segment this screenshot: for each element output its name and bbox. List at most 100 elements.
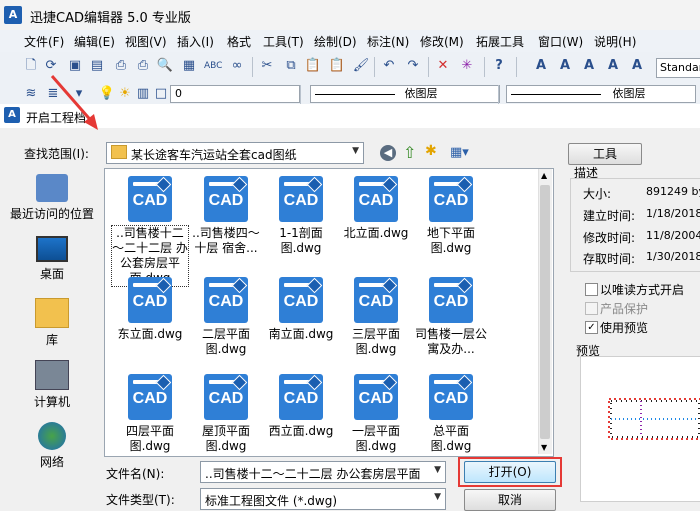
layer-manager-icon[interactable]: ≋: [22, 85, 40, 103]
menu-tools[interactable]: 工具(T): [263, 33, 304, 50]
help-icon[interactable]: ?: [490, 57, 508, 75]
delete-icon[interactable]: ✕: [434, 57, 452, 75]
readonly-checkbox[interactable]: [585, 283, 598, 296]
use-preview-checkbox[interactable]: ✓: [585, 321, 598, 334]
protect-checkbox[interactable]: [585, 302, 598, 315]
filetype-value: 标准工程图文件 (*.dwg): [205, 494, 338, 508]
match-properties-icon[interactable]: 🖌: [352, 57, 370, 75]
lineweight-select[interactable]: 依图层: [506, 85, 696, 103]
open-file-icon[interactable]: ⟳: [42, 57, 60, 75]
paste-special-icon[interactable]: 📋: [328, 57, 346, 75]
save-as-icon[interactable]: ▤: [88, 57, 106, 75]
color-swatch-icon[interactable]: □: [152, 85, 170, 103]
linetype-select[interactable]: 依图层: [310, 85, 500, 103]
menu-edit[interactable]: 编辑(E): [74, 33, 115, 50]
place-label: 计算机: [33, 395, 70, 409]
file-list-scrollbar[interactable]: ▲ ▼: [538, 169, 552, 454]
spellcheck-icon[interactable]: ABC: [204, 57, 222, 75]
filetype-select[interactable]: 标准工程图文件 (*.dwg) ▼: [200, 488, 446, 510]
menu-extend-tools[interactable]: 拓展工具: [476, 33, 524, 50]
file-item[interactable]: CAD 1-1剖面图.dwg: [263, 176, 339, 256]
cad-file-icon: CAD: [279, 277, 323, 323]
text-style-select[interactable]: Standar: [656, 58, 700, 78]
scroll-down-icon[interactable]: ▼: [541, 443, 547, 452]
text-icon[interactable]: A: [532, 57, 550, 75]
print-preview-icon[interactable]: ⎙: [134, 57, 152, 75]
chevron-down-icon: ▼: [352, 146, 359, 156]
file-item[interactable]: CAD 东立面.dwg: [112, 277, 188, 342]
file-item[interactable]: CAD 一层平面图.dwg: [338, 374, 414, 454]
cancel-button[interactable]: 取消: [464, 489, 556, 511]
save-icon[interactable]: ▣: [66, 57, 84, 75]
text-style-icon[interactable]: A: [580, 57, 598, 75]
up-folder-icon[interactable]: ⇧: [403, 143, 416, 162]
place-network[interactable]: 网络: [6, 422, 98, 470]
cad-file-icon: CAD: [128, 277, 172, 323]
menu-file[interactable]: 文件(F): [24, 33, 64, 50]
place-label: 桌面: [39, 267, 64, 281]
file-name: 屋顶平面图.dwg: [201, 424, 250, 453]
place-recent[interactable]: 最近访问的位置: [6, 174, 98, 222]
layer-select[interactable]: 0: [170, 85, 300, 103]
new-file-icon[interactable]: 🗋: [22, 57, 40, 75]
menu-help[interactable]: 说明(H): [594, 33, 636, 50]
file-item[interactable]: CAD 西立面.dwg: [263, 374, 339, 439]
redo-icon[interactable]: ↷: [404, 57, 422, 75]
file-item[interactable]: CAD 总平面图.dwg: [413, 374, 489, 454]
lookin-select[interactable]: 某长途客车汽运站全套cad图纸 ▼: [106, 142, 364, 164]
back-icon[interactable]: ◀: [380, 145, 396, 161]
file-item[interactable]: CAD 南立面.dwg: [263, 277, 339, 342]
cad-file-icon: CAD: [354, 374, 398, 420]
file-name: 西立面.dwg: [268, 424, 334, 438]
place-computer[interactable]: 计算机: [6, 360, 98, 410]
place-desktop[interactable]: 桌面: [6, 236, 98, 282]
filename-label: 文件名(N):: [106, 467, 165, 481]
file-item[interactable]: CAD ..司售楼四～十层 宿舍...: [188, 176, 264, 256]
menu-insert[interactable]: 插入(I): [177, 33, 214, 50]
open-button[interactable]: 打开(O): [464, 461, 556, 483]
file-name: ..司售楼四～十层 宿舍...: [192, 226, 260, 255]
menu-format[interactable]: 格式: [227, 33, 251, 50]
undo-icon[interactable]: ↶: [380, 57, 398, 75]
file-item[interactable]: CAD ..司售楼十二～二十二层 办公套房层平面.dwg: [111, 176, 189, 287]
multiline-text-icon[interactable]: A: [556, 57, 574, 75]
new-folder-icon[interactable]: ✱: [425, 143, 437, 159]
menu-draw[interactable]: 绘制(D): [314, 33, 357, 50]
file-item[interactable]: CAD 北立面.dwg: [338, 176, 414, 241]
file-name: 四层平面图.dwg: [125, 424, 174, 453]
binoculars-icon[interactable]: ∞: [228, 57, 246, 75]
file-item[interactable]: CAD 二层平面图.dwg: [188, 277, 264, 357]
scroll-thumb[interactable]: [540, 185, 550, 439]
file-item[interactable]: CAD 四层平面图.dwg: [112, 374, 188, 454]
filename-input[interactable]: ..司售楼十二～二十二层 办公套房层平面 ▼: [200, 461, 446, 483]
menu-window[interactable]: 窗口(W): [538, 33, 583, 50]
computer-icon: [35, 360, 69, 390]
file-item[interactable]: CAD 司售楼一层公寓及办...: [413, 277, 489, 357]
scroll-up-icon[interactable]: ▲: [541, 171, 547, 180]
view-menu-icon[interactable]: ▦▾: [450, 145, 469, 160]
file-item[interactable]: CAD 三层平面图.dwg: [338, 277, 414, 357]
sun-icon[interactable]: ☀: [116, 85, 134, 103]
menu-view[interactable]: 视图(V): [125, 33, 167, 50]
tools-button[interactable]: 工具: [568, 143, 642, 165]
menu-dimension[interactable]: 标注(N): [367, 33, 409, 50]
find-icon[interactable]: 🔍: [156, 57, 174, 75]
explode-icon[interactable]: ✳: [458, 57, 476, 75]
cad-file-icon: CAD: [279, 176, 323, 222]
text-format-icon[interactable]: A: [628, 57, 646, 75]
menu-modify[interactable]: 修改(M): [420, 33, 464, 50]
page-setup-icon[interactable]: ▦: [180, 57, 198, 75]
file-name: 北立面.dwg: [343, 226, 409, 240]
lock-icon[interactable]: ▥: [134, 85, 152, 103]
file-name: 1-1剖面图.dwg: [279, 226, 323, 255]
cad-file-icon: CAD: [354, 277, 398, 323]
file-item[interactable]: CAD 地下平面图.dwg: [413, 176, 489, 256]
text-edit-icon[interactable]: A: [604, 57, 622, 75]
place-libraries[interactable]: 库: [6, 298, 98, 348]
print-icon[interactable]: ⎙: [112, 57, 130, 75]
file-item[interactable]: CAD 屋顶平面图.dwg: [188, 374, 264, 454]
cad-file-icon: CAD: [128, 374, 172, 420]
cut-icon[interactable]: ✂: [258, 57, 276, 75]
paste-icon[interactable]: 📋: [304, 57, 322, 75]
copy-icon[interactable]: ⧉: [282, 57, 300, 75]
